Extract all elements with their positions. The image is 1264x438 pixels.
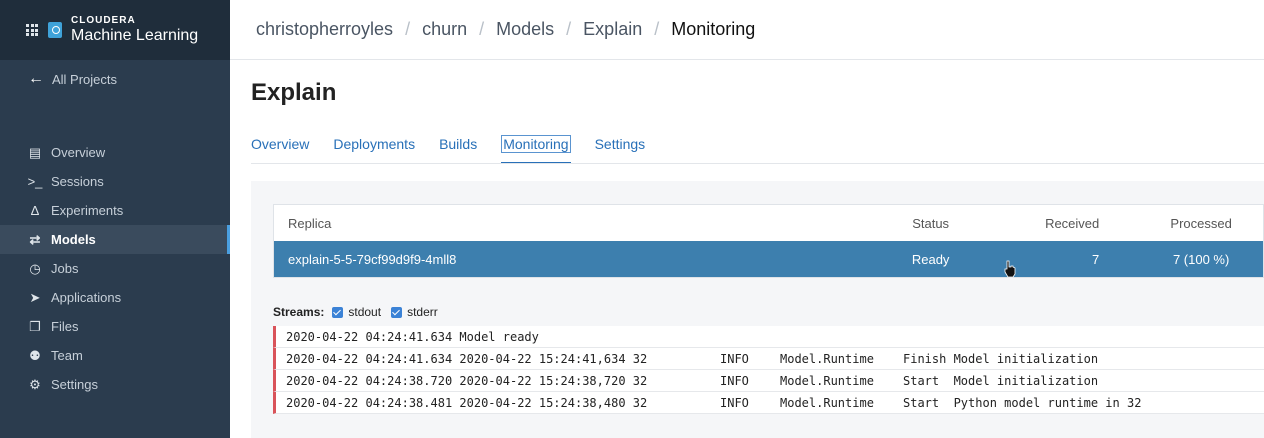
log-source: Model.Runtime (780, 351, 874, 366)
breadcrumb-user[interactable]: christopherroyles (256, 19, 393, 40)
header-replica: Replica (288, 215, 332, 231)
tab-label: Settings (594, 136, 646, 152)
header-received: Received (1045, 215, 1100, 231)
brand-bar: CLOUDERA Machine Learning (0, 0, 230, 60)
sidebar-item-files[interactable]: ❐ Files (0, 312, 230, 341)
tab-overview[interactable]: Overview (251, 136, 309, 164)
log-line: 2020-04-22 04:24:38.720 2020-04-22 15:24… (273, 370, 1264, 392)
sidebar-item-team[interactable]: ⚉ Team (0, 341, 230, 370)
tab-builds[interactable]: Builds (439, 136, 477, 164)
arrow-left-icon: ← (28, 70, 44, 87)
sidebar-item-label: Applications (51, 290, 122, 305)
tab-deployments[interactable]: Deployments (333, 136, 415, 164)
replica-table: Replica Status Received Processed explai… (273, 204, 1264, 278)
brand-line1: CLOUDERA (71, 15, 136, 26)
log-line: 2020-04-22 04:24:41.634 2020-04-22 15:24… (273, 348, 1264, 370)
streams-filter: Streams: stdout stderr (273, 305, 448, 319)
sidebar-item-overview[interactable]: ▤ Overview (0, 138, 230, 167)
tab-monitoring[interactable]: Monitoring (501, 135, 571, 164)
flask-icon: ∆ (31, 203, 39, 218)
streams-label: Streams: (273, 305, 325, 319)
log-source: Model.Runtime (780, 373, 874, 388)
all-projects-link[interactable]: ← All Projects (0, 60, 230, 90)
breadcrumb-models[interactable]: Models (496, 19, 554, 40)
files-icon: ❐ (29, 318, 41, 334)
clock-icon: ◷ (29, 260, 41, 276)
tabs-divider (251, 163, 1264, 164)
log-level: INFO (720, 351, 749, 366)
arrows-icon: ⇄ (29, 231, 41, 247)
log-level: INFO (720, 373, 749, 388)
all-projects-label: All Projects (52, 71, 118, 87)
page-title: Explain (251, 79, 337, 106)
sidebar-item-label: Jobs (51, 261, 79, 276)
log-source: Model.Runtime (780, 395, 874, 410)
gear-icon: ⚙ (29, 376, 41, 392)
main-content: christopherroyles / churn / Models / Exp… (230, 0, 1264, 438)
app-grid-icon[interactable] (26, 24, 38, 36)
brand-name: CLOUDERA Machine Learning (71, 16, 198, 44)
log-timestamp: 2020-04-22 04:24:41.634 2020-04-22 15:24… (286, 351, 648, 366)
breadcrumb-current: Monitoring (671, 19, 756, 39)
breadcrumb-separator: / (405, 19, 411, 39)
replica-name: explain-5-5-79cf99d9f9-4mll8 (288, 251, 457, 267)
overview-icon: ▤ (28, 144, 42, 160)
header-processed: Processed (1170, 215, 1232, 231)
stdout-checkbox[interactable] (332, 306, 344, 318)
tab-settings[interactable]: Settings (595, 136, 646, 164)
sidebar-item-label: Models (51, 232, 96, 247)
rocket-icon: ➤ (29, 289, 41, 305)
stderr-checkbox[interactable] (391, 306, 403, 318)
breadcrumb-model[interactable]: Explain (583, 19, 642, 40)
sidebar-item-label: Files (51, 319, 79, 334)
team-icon: ⚉ (29, 347, 41, 363)
breadcrumb-project[interactable]: churn (422, 19, 467, 40)
log-message: Finish Model initialization (903, 351, 1099, 366)
replica-status: Ready (911, 251, 950, 267)
log-output: 2020-04-22 04:24:41.634 Model ready 2020… (273, 326, 1264, 414)
table-row[interactable]: explain-5-5-79cf99d9f9-4mll8 Ready 7 7 (… (274, 241, 1263, 277)
table-header: Replica Status Received Processed (274, 205, 1263, 241)
brand-line2: Machine Learning (71, 27, 199, 44)
log-message: Start Python model runtime in 32 (903, 395, 1142, 410)
sidebar-item-label: Settings (51, 377, 98, 392)
stderr-label: stderr (407, 305, 438, 319)
sidebar-item-label: Experiments (51, 203, 124, 218)
header-status: Status (912, 215, 950, 231)
sidebar-item-applications[interactable]: ➤ Applications (0, 283, 230, 312)
mouse-cursor-icon (1004, 260, 1016, 278)
replica-processed: 7 (100 %) (1172, 251, 1230, 267)
terminal-icon: >_ (27, 174, 43, 189)
breadcrumb-separator: / (654, 19, 660, 39)
cloudera-logo-icon (48, 22, 62, 38)
tab-label: Monitoring (501, 135, 571, 153)
sidebar-item-label: Sessions (51, 174, 104, 189)
breadcrumb: christopherroyles / churn / Models / Exp… (230, 0, 1264, 60)
log-timestamp: 2020-04-22 04:24:38.720 2020-04-22 15:24… (286, 373, 648, 388)
log-level: INFO (720, 395, 749, 410)
model-tabs: Overview Deployments Builds Monitoring S… (251, 135, 669, 164)
sidebar-nav: ▤ Overview >_ Sessions ∆ Experiments ⇄ M… (0, 138, 230, 399)
sidebar: CLOUDERA Machine Learning ← All Projects… (0, 0, 230, 438)
log-message: Start Model initialization (903, 373, 1099, 388)
sidebar-item-models[interactable]: ⇄ Models (0, 225, 230, 254)
sidebar-item-experiments[interactable]: ∆ Experiments (0, 196, 230, 225)
log-line: 2020-04-22 04:24:38.481 2020-04-22 15:24… (273, 392, 1264, 414)
breadcrumb-separator: / (566, 19, 572, 39)
sidebar-item-jobs[interactable]: ◷ Jobs (0, 254, 230, 283)
sidebar-item-settings[interactable]: ⚙ Settings (0, 370, 230, 399)
sidebar-item-sessions[interactable]: >_ Sessions (0, 167, 230, 196)
tab-label: Deployments (333, 136, 416, 152)
replica-received: 7 (1092, 251, 1100, 267)
log-timestamp: 2020-04-22 04:24:41.634 Model ready (286, 329, 539, 344)
stdout-label: stdout (348, 305, 382, 319)
breadcrumb-separator: / (479, 19, 485, 39)
sidebar-item-label: Overview (51, 145, 106, 160)
log-timestamp: 2020-04-22 04:24:38.481 2020-04-22 15:24… (286, 395, 648, 410)
tab-label: Builds (439, 136, 478, 152)
tab-label: Overview (251, 136, 310, 152)
log-line: 2020-04-22 04:24:41.634 Model ready (273, 326, 1264, 348)
sidebar-item-label: Team (51, 348, 83, 363)
